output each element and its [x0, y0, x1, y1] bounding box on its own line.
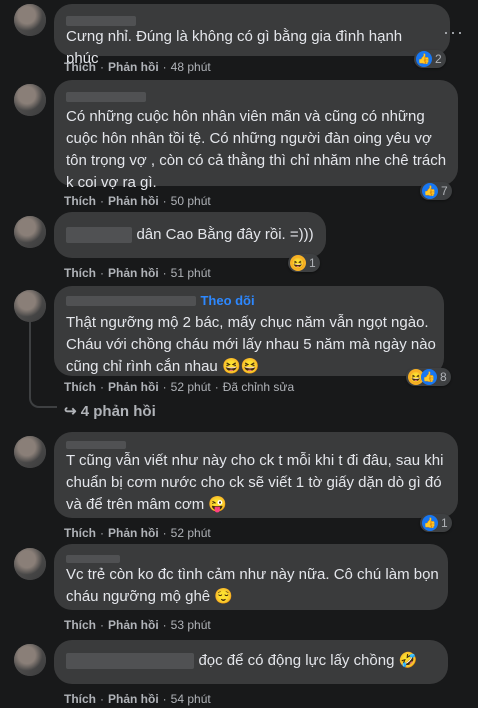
reaction-summary[interactable]: 👍 7	[420, 182, 452, 200]
timestamp[interactable]: 52 phút	[171, 380, 211, 394]
commenter-name[interactable]	[66, 88, 446, 106]
avatar[interactable]	[14, 548, 46, 580]
comment-text: dân Cao Bằng đây rồi. =)))	[136, 226, 314, 243]
like-button[interactable]: Thích	[64, 60, 96, 74]
comment-bubble: đọc để có động lực lấy chồng 🤣	[54, 640, 448, 684]
comment-actions: Thích · Phản hồi · 52 phút	[64, 526, 211, 540]
like-icon: 👍	[416, 51, 432, 67]
comment-text: Có những cuộc hôn nhân viên mãn và cũng …	[66, 108, 451, 191]
edited-label: Đã chỉnh sửa	[222, 380, 295, 394]
reply-button[interactable]: Phản hồi	[108, 380, 159, 394]
like-button[interactable]: Thích	[64, 526, 96, 540]
reaction-count: 8	[440, 370, 447, 384]
avatar[interactable]	[14, 84, 46, 116]
comment-bubble: Có những cuộc hôn nhân viên mãn và cũng …	[54, 80, 458, 191]
commenter-name[interactable]	[66, 550, 436, 564]
comment-actions: Thích · Phản hồi · 53 phút	[64, 618, 211, 632]
reply-button[interactable]: Phản hồi	[108, 618, 159, 632]
like-icon: 👍	[421, 369, 437, 385]
reply-arrow-icon: ↪	[64, 403, 81, 420]
avatar[interactable]	[14, 216, 46, 248]
timestamp[interactable]: 48 phút	[171, 60, 211, 74]
avatar[interactable]	[14, 290, 46, 322]
comment-bubble: Cưng nhỉ. Đúng là không có gì bằng gia đ…	[54, 4, 450, 67]
reply-button[interactable]: Phản hồi	[108, 266, 159, 280]
commenter-name[interactable]	[66, 652, 194, 669]
reaction-count: 1	[441, 516, 448, 530]
like-button[interactable]: Thích	[64, 380, 96, 394]
reaction-summary[interactable]: 👍 1	[420, 514, 452, 532]
reply-button[interactable]: Phản hồi	[108, 60, 159, 74]
like-icon: 👍	[422, 183, 438, 199]
like-button[interactable]: Thích	[64, 692, 96, 706]
comment-text: Thật ngưỡng mộ 2 bác, mấy chục năm vẫn n…	[66, 314, 441, 375]
comment-actions: Thích · Phản hồi · 52 phút · Đã chỉnh sửa	[64, 380, 295, 394]
comment-bubble: dân Cao Bằng đây rồi. =)))	[54, 212, 326, 258]
reaction-summary[interactable]: 😆 👍 8	[406, 368, 451, 386]
reaction-count: 7	[441, 184, 448, 198]
comment-text: Vc trẻ còn ko đc tình cảm như này nữa. C…	[66, 566, 443, 605]
timestamp[interactable]: 53 phút	[171, 618, 211, 632]
comment-bubble: Theo dõi Thật ngưỡng mộ 2 bác, mấy chục …	[54, 286, 444, 376]
reply-button[interactable]: Phản hồi	[108, 194, 159, 208]
follow-button[interactable]: Theo dõi	[200, 293, 254, 308]
commenter-name[interactable]	[66, 12, 438, 26]
reaction-count: 2	[435, 52, 442, 66]
commenter-name[interactable]	[66, 226, 132, 243]
commenter-name[interactable]	[66, 295, 196, 306]
commenter-name[interactable]	[66, 436, 446, 450]
like-button[interactable]: Thích	[64, 194, 96, 208]
comment-bubble: T cũng vẫn viết như này cho ck t mỗi khi…	[54, 432, 458, 518]
thread-line	[29, 322, 57, 408]
replies-count: 4 phản hồi	[80, 403, 156, 420]
comment-actions: Thích · Phản hồi · 51 phút	[64, 266, 211, 280]
comment-text: T cũng vẫn viết như này cho ck t mỗi khi…	[66, 452, 448, 513]
timestamp[interactable]: 54 phút	[171, 692, 211, 706]
like-button[interactable]: Thích	[64, 266, 96, 280]
more-options-icon[interactable]: ···	[443, 22, 464, 43]
reply-button[interactable]: Phản hồi	[108, 526, 159, 540]
comment-text: đọc để có động lực lấy chồng 🤣	[198, 652, 418, 669]
comment-bubble: Vc trẻ còn ko đc tình cảm như này nữa. C…	[54, 544, 448, 610]
like-button[interactable]: Thích	[64, 618, 96, 632]
comment-actions: Thích · Phản hồi · 48 phút	[64, 60, 211, 74]
avatar[interactable]	[14, 4, 46, 36]
comment-actions: Thích · Phản hồi · 50 phút	[64, 194, 211, 208]
avatar[interactable]	[14, 644, 46, 676]
timestamp[interactable]: 50 phút	[171, 194, 211, 208]
like-icon: 👍	[422, 515, 438, 531]
view-replies-link[interactable]: ↪ 4 phản hồi	[64, 402, 156, 420]
reaction-count: 1	[309, 256, 316, 270]
comment-actions: Thích · Phản hồi · 54 phút	[64, 692, 211, 706]
reaction-summary[interactable]: 😆 1	[288, 254, 320, 272]
reply-button[interactable]: Phản hồi	[108, 692, 159, 706]
reaction-summary[interactable]: 👍 2	[414, 50, 446, 68]
haha-icon: 😆	[290, 255, 306, 271]
timestamp[interactable]: 51 phút	[171, 266, 211, 280]
timestamp[interactable]: 52 phút	[171, 526, 211, 540]
avatar[interactable]	[14, 436, 46, 468]
